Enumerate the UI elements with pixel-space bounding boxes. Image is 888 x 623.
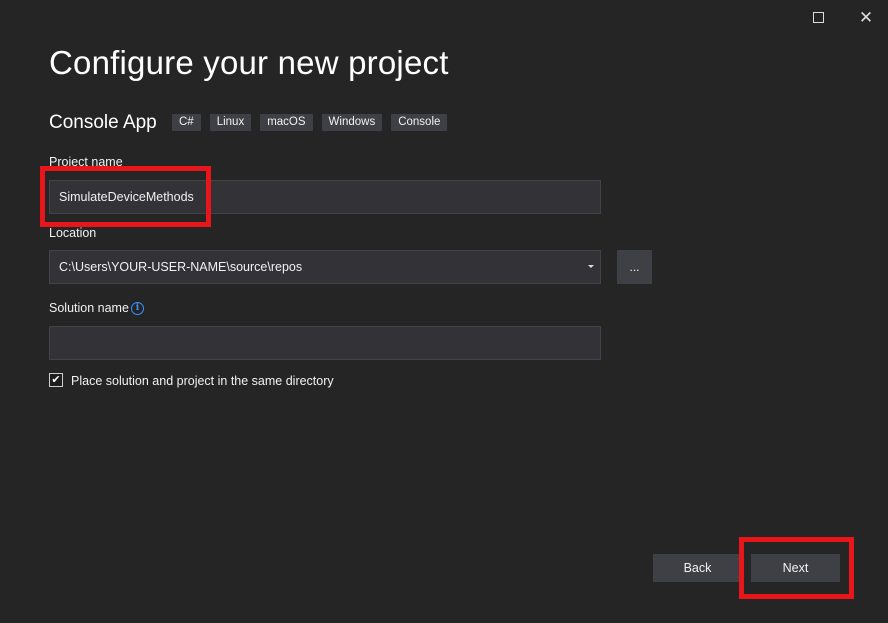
tag-windows: Windows (321, 114, 383, 131)
same-directory-checkbox[interactable]: ✔ (49, 373, 63, 387)
tag-csharp: C# (172, 114, 201, 131)
project-name-label: Project name (49, 155, 123, 169)
maximize-button[interactable] (798, 2, 838, 32)
tag-linux: Linux (209, 114, 252, 131)
tag-macos: macOS (260, 114, 313, 131)
checkmark-icon: ✔ (51, 373, 61, 386)
next-button[interactable]: Next (751, 554, 840, 582)
template-tags: C# Linux macOS Windows Console (172, 114, 448, 131)
solution-name-label: Solution name (49, 301, 129, 315)
same-directory-label[interactable]: Place solution and project in the same d… (71, 374, 334, 388)
template-name: Console App (49, 112, 157, 133)
location-label: Location (49, 226, 97, 240)
location-combobox[interactable]: C:\Users\YOUR-USER-NAME\source\repos (49, 250, 601, 284)
page-title: Configure your new project (49, 44, 449, 81)
project-name-value: SimulateDeviceMethods (59, 190, 194, 204)
close-button[interactable]: ✕ (846, 2, 886, 32)
project-name-input[interactable]: SimulateDeviceMethods (49, 180, 601, 214)
browse-location-button[interactable]: ... (617, 250, 652, 284)
close-icon: ✕ (858, 7, 874, 27)
solution-name-input[interactable] (49, 326, 601, 360)
location-value: C:\Users\YOUR-USER-NAME\source\repos (59, 260, 303, 274)
maximize-icon (812, 11, 824, 23)
chevron-down-icon[interactable] (588, 265, 594, 268)
info-icon[interactable]: i (131, 302, 144, 315)
tag-console: Console (391, 114, 448, 131)
back-button[interactable]: Back (653, 554, 742, 582)
